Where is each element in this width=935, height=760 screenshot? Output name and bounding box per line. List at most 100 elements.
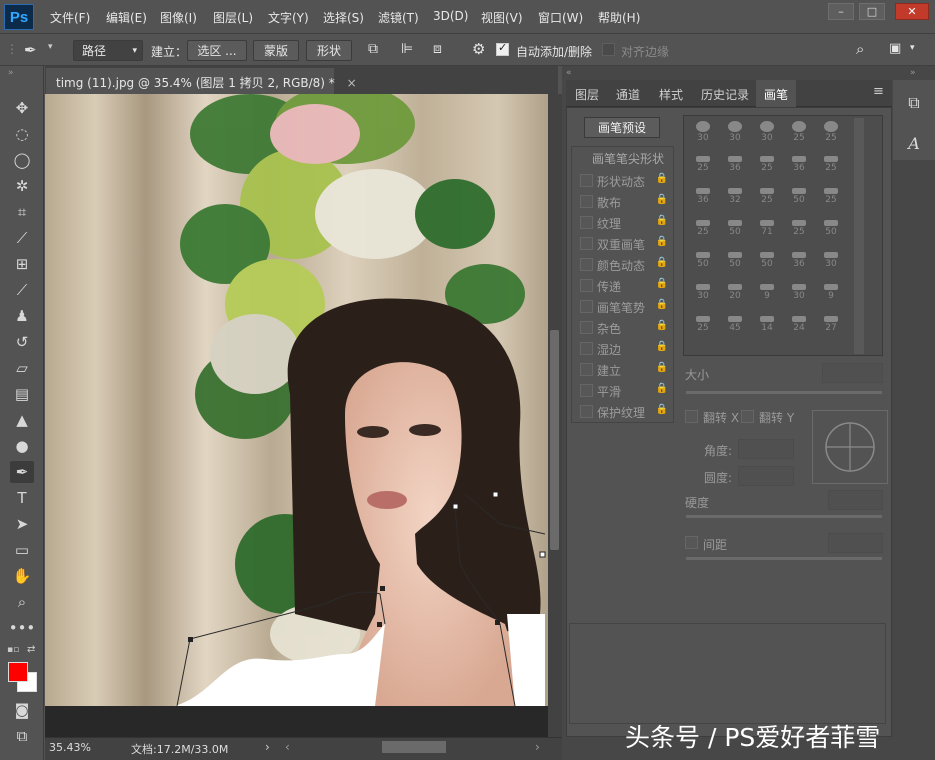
maximize-button[interactable]: □ bbox=[859, 3, 885, 20]
chevron-right-icon[interactable]: › bbox=[265, 740, 270, 754]
swap-colors-icon[interactable]: ⇄ bbox=[27, 644, 35, 655]
tab-channels[interactable]: 通道 bbox=[616, 86, 640, 103]
option-checkbox[interactable] bbox=[580, 300, 593, 313]
foreground-color-swatch[interactable] bbox=[8, 662, 28, 682]
size-slider[interactable] bbox=[686, 391, 882, 394]
flip-y-checkbox[interactable] bbox=[741, 410, 754, 423]
option-build-up[interactable]: 建立 🔒 bbox=[572, 359, 673, 379]
make-selection-button[interactable]: 选区 ... bbox=[187, 40, 247, 61]
brush-tip-item[interactable]: 27 bbox=[816, 310, 846, 342]
brush-tip-item[interactable]: 25 bbox=[752, 150, 782, 182]
menu-file[interactable]: 文件(F) bbox=[50, 9, 90, 26]
close-icon[interactable]: × bbox=[347, 76, 357, 90]
close-window-button[interactable]: ✕ bbox=[895, 3, 929, 20]
more-icon[interactable]: ••• bbox=[9, 617, 36, 639]
zoom-icon[interactable]: ⌕ bbox=[10, 591, 34, 613]
brush-tip-item[interactable]: 30 bbox=[784, 278, 814, 310]
zoom-level[interactable]: 35.43% bbox=[49, 741, 91, 754]
auto-add-delete-checkbox[interactable] bbox=[496, 41, 509, 56]
pen-icon[interactable]: ✒ bbox=[10, 461, 34, 483]
brush-tip-item[interactable]: 25 bbox=[752, 182, 782, 214]
eyedropper-icon[interactable]: ⟋ bbox=[10, 227, 34, 249]
brush-angle-preview[interactable] bbox=[812, 410, 888, 484]
paragraph-styles-icon[interactable]: ⧉ bbox=[903, 92, 925, 114]
horizontal-scroll-thumb[interactable] bbox=[382, 741, 446, 753]
minimize-button[interactable]: – bbox=[828, 3, 854, 20]
brush-tip-item[interactable]: 24 bbox=[784, 310, 814, 342]
make-mask-button[interactable]: 蒙版 bbox=[253, 40, 299, 61]
tab-brush[interactable]: 画笔 bbox=[756, 80, 797, 107]
move-icon[interactable]: ✥ bbox=[10, 97, 34, 119]
option-checkbox[interactable] bbox=[580, 384, 593, 397]
brush-tip-item[interactable]: 30 bbox=[688, 118, 718, 150]
option-checkbox[interactable] bbox=[580, 195, 593, 208]
align-edges-checkbox[interactable] bbox=[602, 43, 615, 56]
brush-tip-item[interactable]: 30 bbox=[688, 278, 718, 310]
chevron-down-icon[interactable]: ▾ bbox=[48, 42, 53, 52]
option-checkbox[interactable] bbox=[580, 237, 593, 250]
brush-tip-item[interactable]: 25 bbox=[816, 182, 846, 214]
history-brush-icon[interactable]: ↺ bbox=[10, 331, 34, 353]
brush-tip-item[interactable]: 25 bbox=[784, 118, 814, 150]
default-colors-icon[interactable]: ▪▫ bbox=[7, 645, 19, 655]
brush-tip-item[interactable]: 45 bbox=[720, 310, 750, 342]
dodge-icon[interactable]: ● bbox=[10, 435, 34, 457]
quick-mask-icon[interactable]: ◙ bbox=[10, 699, 34, 721]
brush-tip-item[interactable]: 32 bbox=[720, 182, 750, 214]
collapse-arrows-icon[interactable]: » bbox=[910, 68, 916, 78]
document-tab[interactable]: timg (11).jpg @ 35.4% (图层 1 拷贝 2, RGB/8)… bbox=[46, 68, 357, 94]
brush-tip-item[interactable]: 50 bbox=[816, 214, 846, 246]
tab-layers[interactable]: 图层 bbox=[575, 86, 599, 103]
option-wet-edges[interactable]: 湿边 🔒 bbox=[572, 338, 673, 358]
collapse-arrows-icon[interactable]: « bbox=[566, 68, 572, 78]
option-color-dynamics[interactable]: 颜色动态 🔒 bbox=[572, 254, 673, 274]
character-styles-icon[interactable]: A bbox=[903, 132, 925, 154]
stamp-icon[interactable]: ♟ bbox=[10, 305, 34, 327]
make-shape-button[interactable]: 形状 bbox=[306, 40, 352, 61]
brush-tip-item[interactable]: 50 bbox=[752, 246, 782, 278]
spacing-checkbox[interactable] bbox=[685, 536, 698, 549]
brush-tip-item[interactable]: 36 bbox=[784, 150, 814, 182]
hardness-input[interactable] bbox=[828, 490, 883, 510]
menu-select[interactable]: 选择(S) bbox=[323, 9, 364, 26]
path-operations-icon[interactable]: ⧉ bbox=[368, 41, 378, 57]
option-scattering[interactable]: 散布 🔒 bbox=[572, 191, 673, 211]
brush-tip-item[interactable]: 50 bbox=[784, 182, 814, 214]
magic-wand-icon[interactable]: ✲ bbox=[10, 175, 34, 197]
option-transfer[interactable]: 传递 🔒 bbox=[572, 275, 673, 295]
brush-tip-item[interactable]: 25 bbox=[816, 118, 846, 150]
brush-tip-item[interactable]: 50 bbox=[720, 214, 750, 246]
menu-filter[interactable]: 滤镜(T) bbox=[378, 9, 419, 26]
brush-tip-item[interactable]: 25 bbox=[784, 214, 814, 246]
roundness-input[interactable] bbox=[738, 466, 794, 486]
marquee-icon[interactable]: ◌ bbox=[10, 123, 34, 145]
brush-tip-item[interactable]: 20 bbox=[720, 278, 750, 310]
gear-icon[interactable]: ⚙ bbox=[472, 40, 485, 58]
brush-tip-item[interactable]: 30 bbox=[752, 118, 782, 150]
brush-tip-item[interactable]: 14 bbox=[752, 310, 782, 342]
option-checkbox[interactable] bbox=[580, 342, 593, 355]
menu-image[interactable]: 图像(I) bbox=[160, 9, 197, 26]
brush-tip-item[interactable]: 25 bbox=[688, 310, 718, 342]
brush-tip-item[interactable]: 9 bbox=[816, 278, 846, 310]
option-protect-texture[interactable]: 保护纹理 🔒 bbox=[572, 401, 673, 421]
brush-tip-item[interactable]: 71 bbox=[752, 214, 782, 246]
option-checkbox[interactable] bbox=[580, 174, 593, 187]
chevron-down-icon[interactable]: ▾ bbox=[910, 43, 915, 53]
scroll-left-icon[interactable]: ‹ bbox=[285, 740, 290, 754]
brush-tip-item[interactable]: 30 bbox=[816, 246, 846, 278]
brush-tip-item[interactable]: 50 bbox=[688, 246, 718, 278]
tab-styles[interactable]: 样式 bbox=[659, 86, 683, 103]
flip-x-checkbox[interactable] bbox=[685, 410, 698, 423]
option-checkbox[interactable] bbox=[580, 363, 593, 376]
spacing-input[interactable] bbox=[828, 533, 883, 553]
spacing-slider[interactable] bbox=[686, 557, 882, 560]
option-smoothing[interactable]: 平滑 🔒 bbox=[572, 380, 673, 400]
vertical-scroll-thumb[interactable] bbox=[550, 330, 559, 550]
type-icon[interactable]: T bbox=[10, 487, 34, 509]
path-alignment-icon[interactable]: ⊫ bbox=[401, 41, 413, 57]
option-brush-pose[interactable]: 画笔笔势 🔒 bbox=[572, 296, 673, 316]
option-checkbox[interactable] bbox=[580, 258, 593, 271]
size-input[interactable] bbox=[822, 363, 883, 383]
menu-layer[interactable]: 图层(L) bbox=[213, 9, 253, 26]
